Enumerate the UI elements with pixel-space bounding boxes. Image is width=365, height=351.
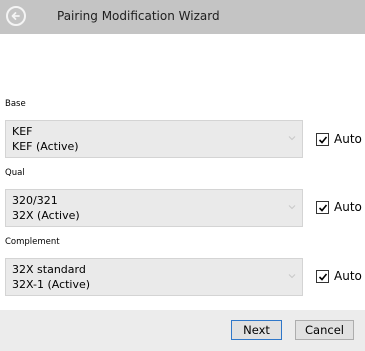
back-button[interactable] xyxy=(6,6,26,26)
cancel-button[interactable]: Cancel xyxy=(295,320,354,340)
window-title: Pairing Modification Wizard xyxy=(57,9,220,23)
chevron-down-icon xyxy=(288,136,296,141)
base-value-line2: KEF (Active) xyxy=(12,140,79,153)
checkmark-icon xyxy=(318,273,328,281)
checkbox-box[interactable] xyxy=(316,133,329,146)
checkmark-icon xyxy=(318,204,328,212)
auto-label: Auto xyxy=(334,132,362,146)
next-button[interactable]: Next xyxy=(231,320,282,340)
complement-value-line1: 32X standard xyxy=(12,263,86,276)
chevron-down-icon xyxy=(288,205,296,210)
qual-value-line2: 32X (Active) xyxy=(12,209,80,222)
chevron-down-icon xyxy=(288,274,296,279)
base-label: Base xyxy=(5,99,26,109)
checkbox-box[interactable] xyxy=(316,270,329,283)
footer-bar: Next Cancel xyxy=(0,310,365,351)
checkmark-icon xyxy=(318,136,328,144)
auto-label: Auto xyxy=(334,200,362,214)
checkbox-box[interactable] xyxy=(316,201,329,214)
base-combobox[interactable]: KEF KEF (Active) xyxy=(5,120,303,158)
qual-label: Qual xyxy=(5,168,25,178)
complement-label: Complement xyxy=(5,237,60,247)
title-bar: Pairing Modification Wizard xyxy=(0,0,365,34)
auto-label: Auto xyxy=(334,269,362,283)
qual-value-line1: 320/321 xyxy=(12,194,58,207)
complement-value-line2: 32X-1 (Active) xyxy=(12,278,91,291)
qual-combobox[interactable]: 320/321 32X (Active) xyxy=(5,189,303,227)
base-value-line1: KEF xyxy=(12,125,33,138)
back-arrow-icon xyxy=(11,12,20,20)
complement-combobox[interactable]: 32X standard 32X-1 (Active) xyxy=(5,258,303,296)
